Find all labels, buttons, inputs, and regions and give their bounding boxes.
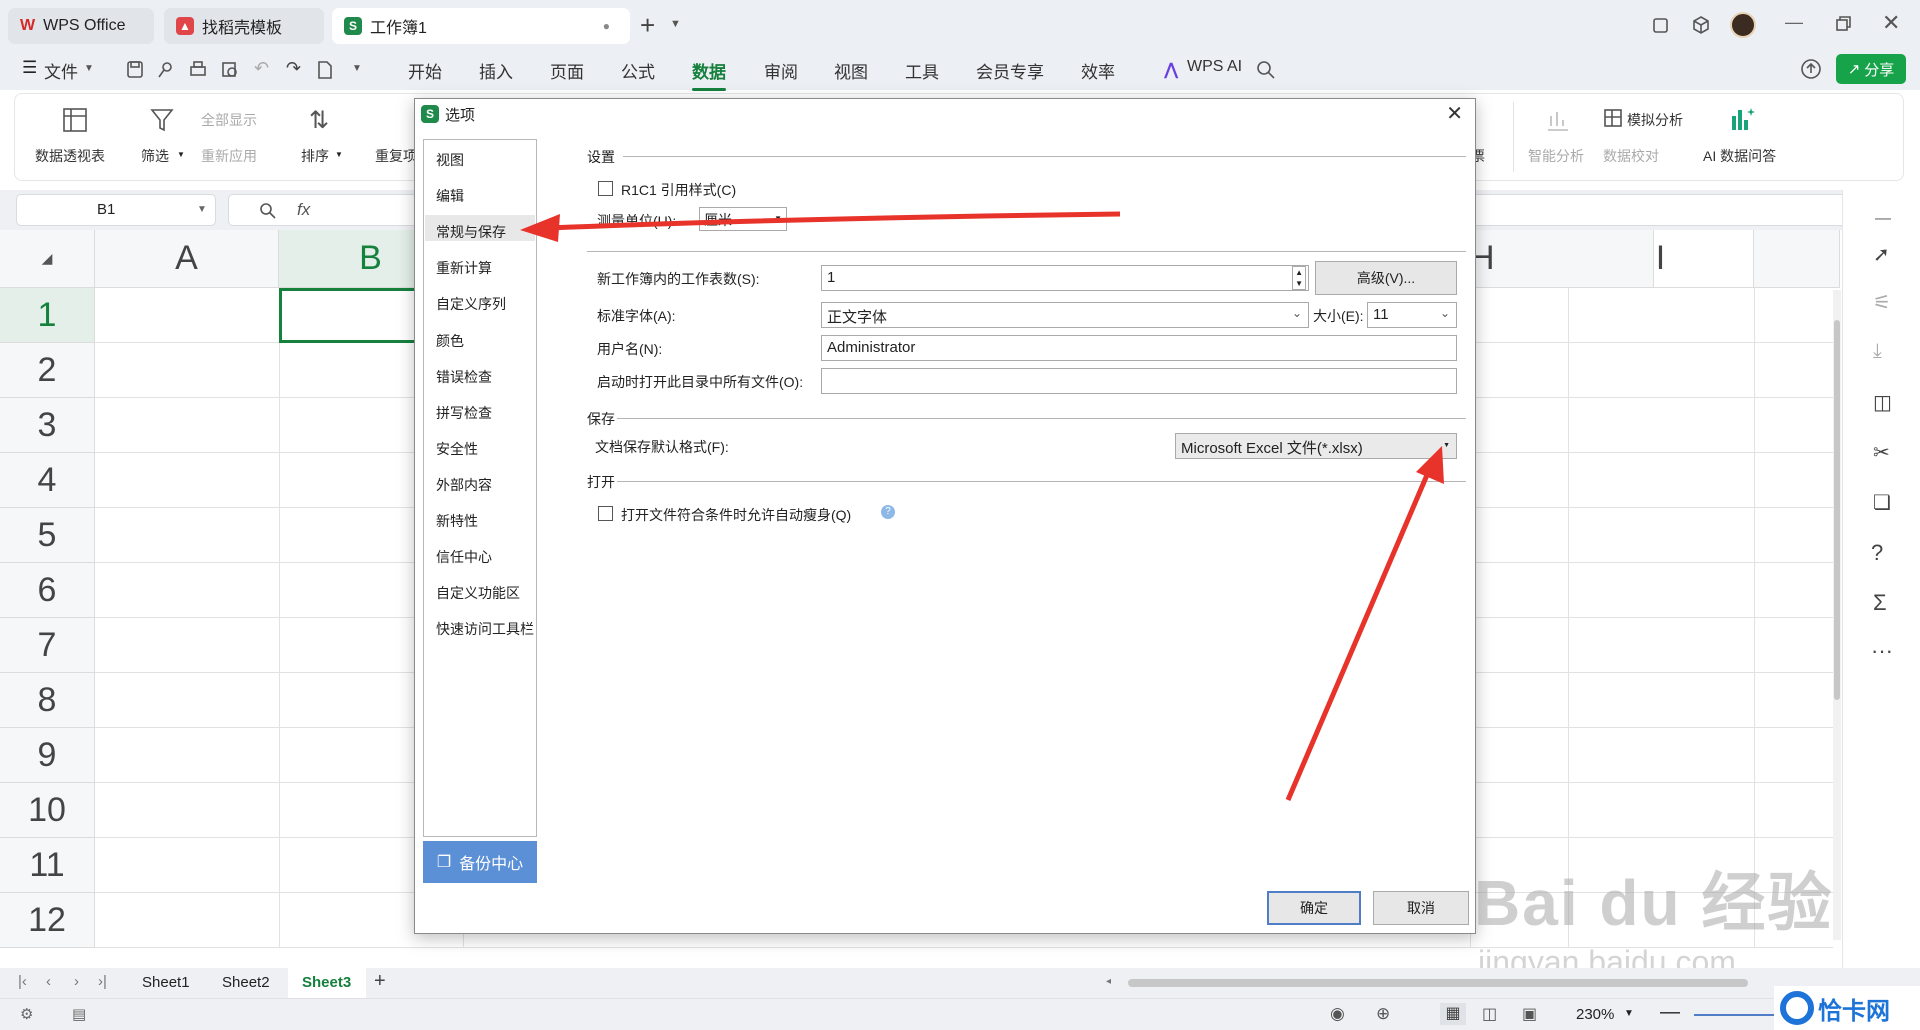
site-watermark: 恰卡网 <box>1774 986 1920 1030</box>
first-sheet-icon[interactable]: |‹ <box>18 973 27 990</box>
zoom-out-icon[interactable]: — <box>1660 1001 1680 1024</box>
horizontal-scrollbar[interactable] <box>1128 979 1748 987</box>
active-sheet-tab[interactable]: Sheet3 <box>288 968 366 998</box>
arrow-head <box>520 214 560 242</box>
arrow-to-general-save <box>547 211 1121 231</box>
sheet-tab-bar: |‹ ‹ › ›| Sheet1 Sheet2 Sheet3 + ◂ <box>0 968 1920 998</box>
eye-icon[interactable]: ◉ <box>1330 1004 1345 1024</box>
zoom-slider[interactable] <box>1694 1014 1784 1016</box>
page-icon[interactable]: ▤ <box>72 1005 86 1023</box>
macro-icon[interactable]: ⚙ <box>20 1005 33 1023</box>
arrow-head <box>1416 446 1444 484</box>
normal-view-icon[interactable]: ▦ <box>1440 1003 1466 1025</box>
add-sheet-icon[interactable]: + <box>374 970 386 993</box>
baidu-watermark: Bai du 经验 <box>1474 867 1834 939</box>
site-logo-icon <box>1780 991 1814 1025</box>
layout-icon[interactable]: ⊕ <box>1376 1004 1390 1024</box>
sheet-tab[interactable]: Sheet1 <box>142 974 190 991</box>
next-sheet-icon[interactable]: › <box>74 973 79 990</box>
chevron-down-icon[interactable]: ▼ <box>1624 1008 1634 1019</box>
status-bar: ⚙ ▤ ◉ ⊕ ▦ ◫ ▣ 230% ▼ — <box>0 998 1920 1030</box>
scroll-left-icon[interactable]: ◂ <box>1106 976 1111 987</box>
prev-sheet-icon[interactable]: ‹ <box>46 973 51 990</box>
sheet-tab[interactable]: Sheet2 <box>222 974 270 991</box>
last-sheet-icon[interactable]: ›| <box>98 973 107 990</box>
zoom-level[interactable]: 230% <box>1576 1006 1614 1023</box>
break-view-icon[interactable]: ▣ <box>1522 1004 1537 1024</box>
arrow-to-format-select <box>1285 467 1433 801</box>
page-view-icon[interactable]: ◫ <box>1482 1004 1497 1024</box>
